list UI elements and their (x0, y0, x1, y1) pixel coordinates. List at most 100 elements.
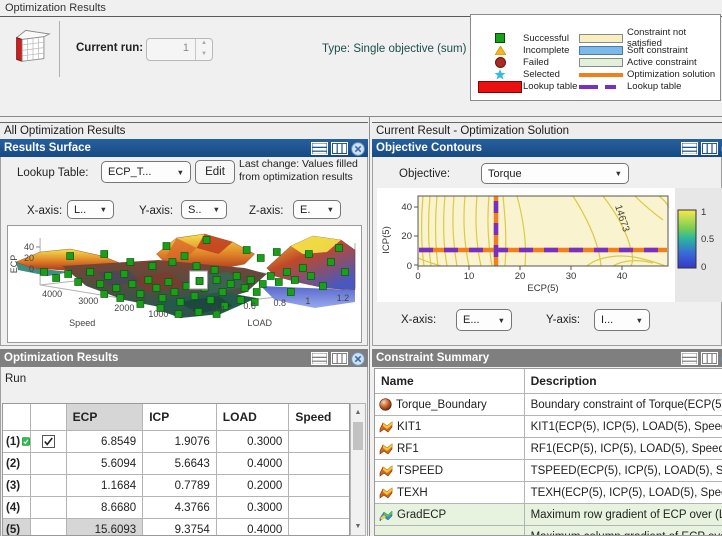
table-row[interactable]: (2) 5.6094 5.6643 0.4000 (3, 453, 349, 475)
objective-dropdown[interactable]: Torque ▼ (481, 163, 629, 184)
y-axis-dropdown[interactable]: S.. ▼ (181, 200, 227, 219)
layout-rows-icon[interactable] (311, 142, 328, 155)
edit-button[interactable]: Edit (195, 160, 235, 184)
contour-x-axis-dropdown[interactable]: E... ▼ (456, 309, 512, 331)
legend-item-optimization-solution: Optimization solution (579, 69, 719, 81)
table-row[interactable]: (1) 6.8549 1.9076 0.3000 (3, 431, 349, 453)
contour-y-axis-label: ICP(5) (381, 226, 392, 253)
svg-text:40: 40 (24, 242, 34, 252)
svg-text:1.2: 1.2 (337, 293, 350, 303)
contour-y-axis-dropdown[interactable]: I... ▼ (594, 309, 650, 331)
gradient-constraint-icon (379, 509, 393, 521)
spinner-arrows[interactable]: ▲ ▼ (195, 39, 212, 60)
z-axis-label: Z-axis: (249, 205, 284, 217)
close-icon[interactable] (351, 351, 365, 366)
svg-text:20: 20 (24, 253, 34, 263)
constraint-row[interactable]: TEXH TEXH(ECP(5), ICP(5), LOAD(5), Speed… (375, 482, 722, 504)
failed-marker-icon (477, 56, 523, 68)
constraint-not-satisfied-swatch (579, 33, 623, 43)
layout-rows-icon[interactable] (681, 142, 698, 155)
column-header-name[interactable]: Name (375, 369, 525, 393)
layout-columns-icon[interactable] (331, 352, 348, 365)
optimization-results-table-header[interactable]: Optimization Results (0, 349, 368, 367)
current-run-spinner[interactable]: 1 ▲ ▼ (146, 38, 213, 61)
model-constraint-icon (379, 420, 393, 433)
selected-marker-icon (477, 69, 523, 80)
objective-contour-plot[interactable]: 14673 0 10 20 30 40 ECP(5) 0 20 40 ICP(5… (377, 188, 722, 302)
optimization-type-text: Type: Single objective (sum) (322, 43, 467, 55)
surface-z-axis-label: ECP (9, 255, 19, 273)
constraint-row[interactable]: TSPEED TSPEED(ECP(5), ICP(5), LOAD(5), S… (375, 460, 722, 482)
svg-text:20: 20 (401, 231, 412, 242)
lookup-table-dropdown[interactable]: ECP_T... ▼ (101, 161, 191, 183)
constraint-row[interactable]: Torque_Boundary Boundary constraint of T… (375, 394, 722, 416)
close-icon[interactable] (351, 141, 365, 156)
layout-rows-icon[interactable] (311, 352, 328, 365)
svg-text:1000: 1000 (148, 309, 168, 319)
column-header-speed[interactable]: Speed (289, 404, 349, 430)
contour-x-axis-label: ECP(5) (527, 283, 558, 294)
column-header-ecp[interactable]: ECP (66, 404, 144, 430)
layout-columns-icon[interactable] (701, 142, 718, 155)
chevron-down-icon: ▼ (176, 167, 184, 177)
z-axis-dropdown[interactable]: E. ▼ (293, 200, 341, 219)
boundary-constraint-icon (379, 398, 392, 411)
scrollbar-thumb[interactable] (353, 422, 363, 450)
chevron-down-icon: ▼ (614, 169, 622, 178)
layout-columns-icon[interactable] (331, 142, 348, 155)
table-row[interactable]: (4) 8.6680 4.3766 0.3000 (3, 497, 349, 519)
svg-text:0: 0 (701, 262, 706, 273)
window-title: Optimization Results (5, 2, 106, 14)
constraint-row[interactable]: KIT1 KIT1(ECP(5), ICP(5), LOAD(5), Speed… (375, 416, 722, 438)
constraint-table[interactable]: Name Description Torque_Boundary Boundar… (374, 368, 722, 536)
spinner-down-icon[interactable]: ▼ (196, 50, 212, 61)
objective-contours-header[interactable]: Objective Contours (372, 139, 722, 157)
incomplete-marker-icon (477, 45, 523, 55)
svg-text:0.6: 0.6 (243, 301, 256, 311)
layout-rows-icon[interactable] (681, 352, 698, 365)
chevron-down-icon: ▼ (326, 205, 334, 214)
results-surface-plot[interactable]: 40 20 0 ECP 4000 3000 2000 1000 Speed 0.… (7, 225, 362, 343)
current-run-label: Current run: (76, 42, 144, 54)
results-surface-header[interactable]: Results Surface (0, 139, 368, 157)
x-axis-dropdown[interactable]: L.. ▼ (67, 200, 114, 219)
accept-checkbox[interactable] (41, 435, 55, 448)
svg-text:0.2: 0.2 (181, 307, 194, 317)
layout-columns-icon[interactable] (701, 352, 718, 365)
svg-text:0: 0 (415, 271, 420, 282)
table-row[interactable]: (5) 15.6093 9.3754 0.4000 (3, 519, 349, 535)
svg-text:30: 30 (566, 271, 577, 282)
results-table-scrollbar[interactable]: ▲ ▼ (350, 403, 366, 536)
legend-item-failed: Failed (477, 56, 592, 68)
constraint-row-active[interactable]: Maximum column gradient of ECP over (LOA… (375, 526, 722, 535)
svg-text:0: 0 (29, 264, 34, 274)
svg-text:0.4: 0.4 (212, 304, 225, 314)
column-header-icp[interactable]: ICP (143, 404, 217, 430)
run-label: Run (5, 373, 27, 385)
legend-marker-column: Successful Incomplete Failed Selected Lo… (477, 32, 592, 93)
model-constraint-icon (379, 442, 393, 455)
surface-y-axis-label: Speed (69, 318, 95, 328)
panel-divider[interactable] (369, 117, 370, 536)
column-header-description[interactable]: Description (525, 369, 722, 393)
model-constraint-icon (379, 464, 393, 477)
svg-text:40: 40 (401, 202, 412, 213)
constraint-row-active[interactable]: GradECP Maximum row gradient of ECP over… (375, 504, 722, 526)
constraint-summary-header[interactable]: Constraint Summary (372, 349, 722, 367)
scroll-up-icon[interactable]: ▲ (352, 405, 364, 420)
legend-item-lookup-table-fill: Lookup table (477, 80, 592, 93)
svg-text:1: 1 (701, 207, 706, 218)
chevron-down-icon: ▼ (497, 315, 505, 325)
spinner-up-icon[interactable]: ▲ (196, 39, 212, 50)
svg-text:3000: 3000 (78, 296, 98, 306)
constraint-row[interactable]: RF1 RF1(ECP(5), ICP(5), LOAD(5), Speed(5… (375, 438, 722, 460)
scroll-down-icon[interactable]: ▼ (352, 519, 364, 534)
table-row[interactable]: (3) 1.1684 0.7789 0.2000 (3, 475, 349, 497)
selected-run-marker[interactable] (189, 270, 209, 290)
svg-text:10: 10 (464, 271, 475, 282)
contour-x-axis-dropdown-label: X-axis: (401, 314, 437, 326)
run-accepted-icon (22, 437, 30, 446)
column-header-load[interactable]: LOAD (217, 404, 290, 430)
results-table[interactable]: ECP ICP LOAD Speed (1) 6.8549 1.9076 0.3… (2, 403, 350, 536)
last-change-text: Last change: Values filled from optimiza… (239, 158, 358, 183)
